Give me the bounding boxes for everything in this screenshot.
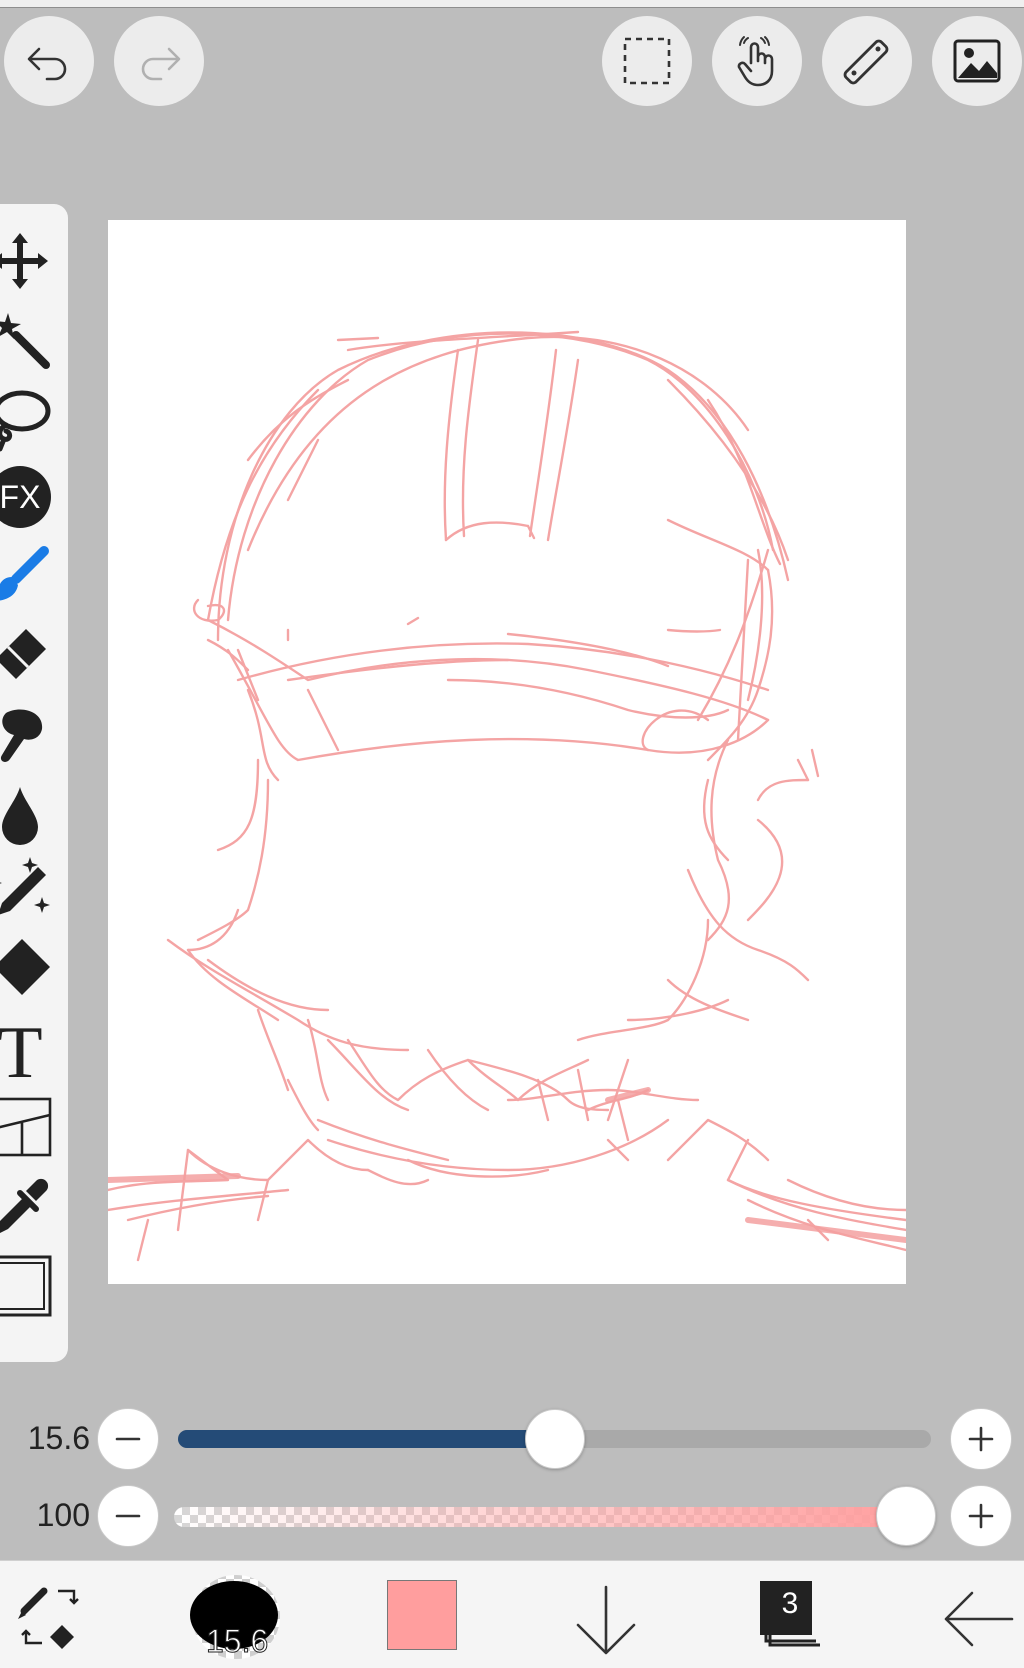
tool-move[interactable] <box>0 224 54 298</box>
plus-icon <box>968 1426 994 1452</box>
text-tool-label: T <box>0 1015 43 1083</box>
ruler-button[interactable] <box>822 16 912 106</box>
selection-button[interactable] <box>602 16 692 106</box>
tool-eraser[interactable] <box>0 618 54 692</box>
tool-brush[interactable] <box>0 538 54 612</box>
eyedropper-icon <box>0 1178 49 1233</box>
eraser-icon <box>0 629 46 679</box>
arrow-left-icon <box>944 1591 1014 1647</box>
bottom-bar: 15.6 3 <box>0 1560 1024 1668</box>
tool-smudge[interactable] <box>0 698 54 772</box>
back-button[interactable] <box>938 1579 1018 1659</box>
fx-label: FX <box>0 479 40 515</box>
hand-touch-icon <box>737 36 774 87</box>
redo-arrow-icon <box>141 47 181 81</box>
tool-canvas[interactable] <box>0 1248 54 1322</box>
canvas-frame-icon <box>0 1255 52 1317</box>
tool-filter[interactable]: FX <box>0 460 54 534</box>
minus-icon <box>115 1437 141 1441</box>
opacity-increase-button[interactable] <box>950 1485 1012 1547</box>
sparkle-pen-icon <box>0 857 50 915</box>
tool-magic-wand[interactable] <box>0 304 54 378</box>
brush-preview-button[interactable]: 15.6 <box>186 1571 286 1663</box>
brush-opacity-value: 100 <box>36 1497 90 1533</box>
color-swatch-button[interactable] <box>386 1579 458 1651</box>
brush-icon <box>0 546 49 601</box>
brush-size-handle[interactable] <box>524 1409 585 1469</box>
magic-wand-icon <box>0 313 50 369</box>
gallery-button[interactable] <box>932 16 1022 106</box>
layers-button[interactable]: 3 <box>756 1577 828 1653</box>
brush-preview-size: 15.6 <box>205 1623 269 1660</box>
lasso-icon <box>0 390 51 452</box>
image-icon <box>953 39 1001 83</box>
brush-size-decrease-button[interactable] <box>97 1408 159 1470</box>
status-strip <box>0 0 1024 8</box>
tool-text[interactable]: T <box>0 1012 54 1086</box>
tool-frame-divider[interactable] <box>0 1090 54 1164</box>
touch-button[interactable] <box>712 16 802 106</box>
plus-icon <box>968 1503 994 1529</box>
undo-arrow-icon <box>27 47 67 81</box>
brush-size-fill <box>178 1430 555 1448</box>
move-arrows-icon <box>0 233 48 289</box>
drop-icon <box>2 787 38 845</box>
drawing-canvas[interactable] <box>108 220 906 1284</box>
ruler-icon <box>843 39 889 85</box>
brush-size-increase-button[interactable] <box>950 1408 1012 1470</box>
brush-eraser-swap-button[interactable] <box>14 1581 86 1653</box>
layer-count: 3 <box>781 1587 799 1620</box>
fx-icon: FX <box>0 466 51 528</box>
tool-shape[interactable] <box>0 932 54 1006</box>
panels-icon <box>0 1097 52 1157</box>
opacity-decrease-button[interactable] <box>97 1485 159 1547</box>
tool-fill[interactable] <box>0 778 54 852</box>
diamond-icon <box>0 939 50 995</box>
smudge-finger-icon <box>0 709 43 762</box>
minus-icon <box>115 1514 141 1518</box>
opacity-handle[interactable] <box>876 1486 936 1546</box>
dashed-rectangle-icon <box>623 37 671 85</box>
tool-lasso[interactable] <box>0 382 54 456</box>
undo-button[interactable] <box>4 16 94 106</box>
brush-eraser-swap-icon <box>18 1587 79 1649</box>
text-icon: T <box>0 1015 43 1083</box>
opacity-track[interactable] <box>174 1507 914 1527</box>
redo-button[interactable] <box>114 16 204 106</box>
arrow-down-icon <box>576 1585 636 1655</box>
sketch-drawing <box>108 330 906 1262</box>
brush-size-value: 15.6 <box>27 1420 90 1456</box>
download-button[interactable] <box>566 1579 646 1659</box>
tool-eyedropper[interactable] <box>0 1170 54 1244</box>
tool-palette: FX T <box>0 204 68 1362</box>
tool-blur[interactable] <box>0 854 54 928</box>
current-color-swatch <box>387 1580 457 1650</box>
